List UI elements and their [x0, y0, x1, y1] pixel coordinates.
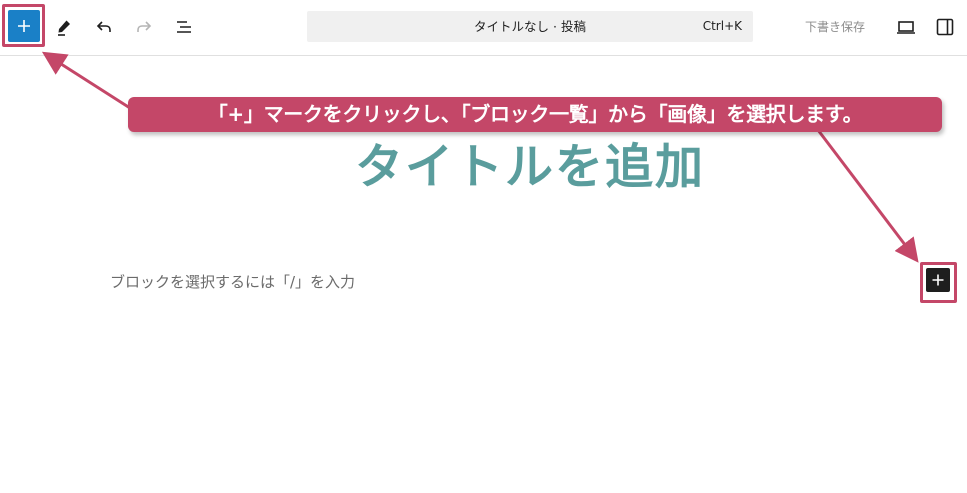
- tools-button[interactable]: [48, 11, 80, 43]
- document-title: タイトルなし · 投稿: [474, 19, 586, 34]
- redo-icon: [137, 21, 152, 32]
- settings-button[interactable]: [929, 11, 961, 43]
- laptop-icon: [897, 21, 915, 34]
- undo-icon: [96, 21, 111, 32]
- editor-toolbar: タイトルなし · 投稿 Ctrl+K 下書き保存: [0, 0, 967, 56]
- document-title-command-bar[interactable]: タイトルなし · 投稿 Ctrl+K: [307, 11, 753, 42]
- pencil-icon: [58, 20, 70, 36]
- annotation-callout: 「+」マークをクリックし、「ブロック一覧」から「画像」を選択します。: [128, 97, 942, 132]
- save-draft-button[interactable]: 下書き保存: [799, 12, 871, 42]
- command-shortcut-hint: Ctrl+K: [702, 19, 742, 33]
- plus-icon: [18, 20, 30, 32]
- annotation-arrows: [41, 51, 919, 263]
- redo-button[interactable]: [128, 11, 160, 43]
- undo-button[interactable]: [88, 11, 120, 43]
- arrow-to-inserter: [41, 51, 131, 110]
- list-view-icon: [177, 21, 191, 33]
- post-title-placeholder[interactable]: タイトルを追加: [0, 132, 967, 202]
- add-block-button[interactable]: [926, 268, 950, 292]
- plus-icon: [932, 274, 944, 286]
- block-inserter-button[interactable]: [8, 10, 40, 42]
- sidebar-icon: [936, 18, 954, 36]
- block-appender-placeholder[interactable]: ブロックを選択するには「/」を入力: [110, 270, 355, 294]
- block-editor-screen: タイトルなし · 投稿 Ctrl+K 下書き保存 タイトルを追加 ブロックを選択…: [0, 0, 967, 493]
- list-view-button[interactable]: [168, 11, 200, 43]
- preview-button[interactable]: [890, 11, 922, 43]
